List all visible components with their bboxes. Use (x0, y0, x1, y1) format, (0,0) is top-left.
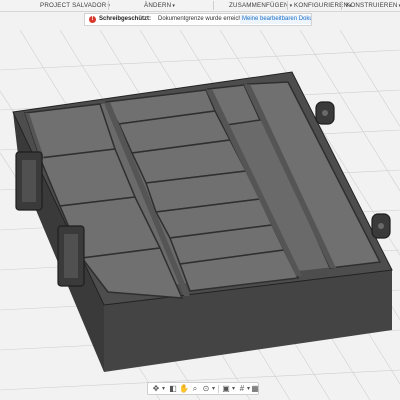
menu-project[interactable]: PROJECT SALVADOR▾ (40, 1, 110, 10)
read-only-message: Dokumentgrenze wurde erreicht (158, 16, 244, 22)
alert-icon: ! (89, 16, 96, 23)
display-icon[interactable]: ▣ (221, 384, 231, 394)
menu-construct[interactable]: KONSTRUIEREN▾ (346, 1, 400, 10)
model-canvas[interactable] (0, 27, 400, 400)
camera-icon[interactable]: ◧ (168, 384, 178, 394)
editable-documents-link[interactable]: Meine bearbeitbaren Dokume... (240, 15, 311, 24)
chevron-down-icon: ▾ (289, 3, 293, 9)
chevron-down-icon[interactable]: ▾ (161, 384, 166, 394)
read-only-label: Schreibgeschützt: (99, 16, 152, 22)
read-only-notice: ! Schreibgeschützt: Dokumentgrenze wurde… (84, 13, 312, 26)
latch-left-upper (15, 151, 43, 211)
chevron-down-icon: ▾ (172, 3, 176, 9)
nav-divider (218, 385, 219, 393)
menu-modify[interactable]: ÄNDERN▾ (144, 1, 175, 10)
3d-viewport[interactable] (0, 27, 400, 400)
ribbon-divider (213, 1, 214, 10)
hinge-right-upper (315, 101, 335, 125)
menu-configure[interactable]: KONFIGURIEREN▾ (294, 1, 352, 10)
menu-construct-label: KONSTRUIEREN (346, 2, 398, 9)
menu-modify-label: ÄNDERN (144, 2, 172, 9)
chevron-down-icon[interactable]: ▾ (231, 384, 236, 394)
toolbar-ribbon: PROJECT SALVADOR▾ ÄNDERN▾ ZUSAMMENFÜGEN▾… (0, 0, 400, 12)
hinge-right-lower (371, 213, 391, 239)
ribbon-divider (287, 1, 288, 10)
latch-left-lower (57, 225, 85, 287)
zoom-window-icon[interactable]: ⊙ (201, 384, 211, 394)
ribbon-divider (341, 1, 342, 10)
menu-project-label: PROJECT SALVADOR (40, 2, 107, 9)
navigation-bar: ✥ ▾ ◧ ✋ ⌕ ⊙ ▾ ▣ ▾ # ▾ ▦ (147, 382, 259, 395)
zoom-icon[interactable]: ⌕ (190, 384, 200, 394)
ribbon-divider (108, 1, 109, 10)
chevron-down-icon[interactable]: ▾ (211, 384, 216, 394)
hand-icon[interactable]: ✋ (179, 384, 189, 394)
menu-assemble-label: ZUSAMMENFÜGEN (229, 2, 289, 9)
layout-icon[interactable]: ▦ (250, 384, 260, 394)
menu-assemble[interactable]: ZUSAMMENFÜGEN▾ (229, 1, 292, 10)
move-icon[interactable]: ✥ (151, 384, 161, 394)
